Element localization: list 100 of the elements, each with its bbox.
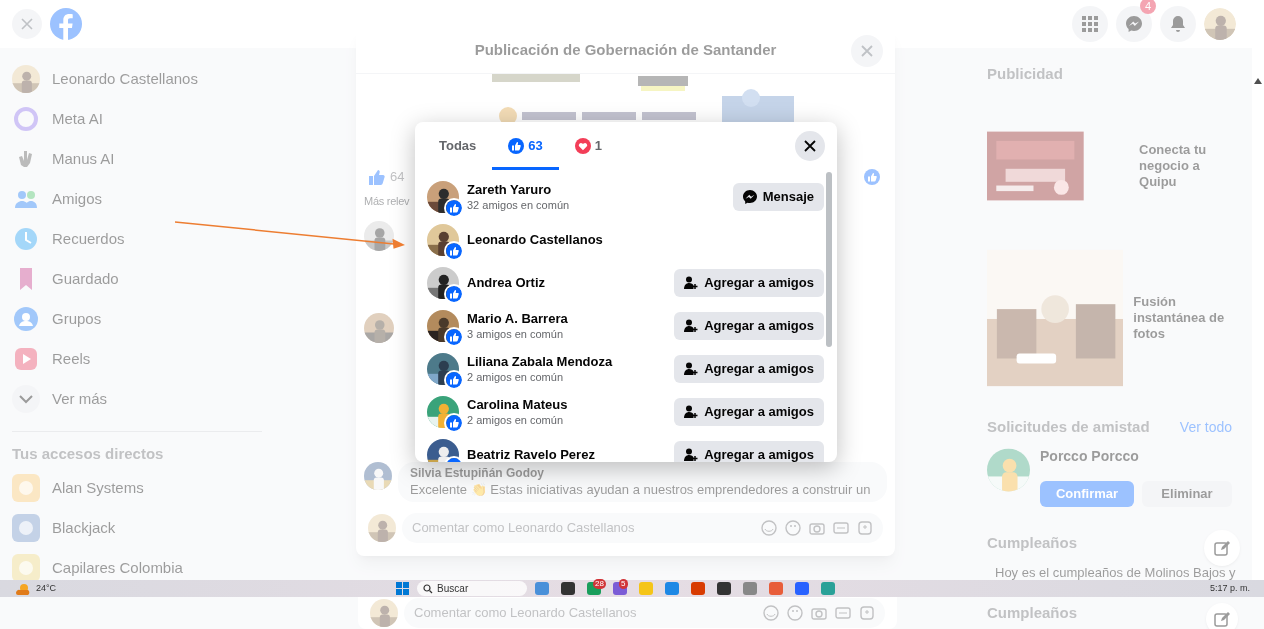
add-friend-button[interactable]: Agregar a amigos [674, 397, 824, 426]
sidebar-item[interactable]: Recuerdos [52, 229, 125, 249]
sidebar-item[interactable]: Leonardo Castellanos [52, 69, 198, 89]
sidebar-item[interactable]: Blackjack [52, 518, 116, 538]
person-plus-icon [684, 361, 699, 376]
logo-icon[interactable] [50, 8, 82, 40]
weather-text[interactable]: 24°C [36, 581, 57, 596]
sidebar-item[interactable]: Alan Systems [52, 478, 144, 498]
windows-icon[interactable] [396, 582, 410, 595]
chevron-down-icon [19, 394, 33, 404]
close-icon [860, 44, 874, 58]
notifications-button[interactable] [1160, 6, 1196, 42]
person-name[interactable]: Beatriz Ravelo Perez [467, 446, 675, 462]
sidebar-item[interactable]: Meta AI [52, 109, 103, 129]
like-badge-icon [446, 328, 462, 345]
section-heading: Tus accesos directos [12, 444, 165, 464]
shortcut-icon [12, 474, 40, 502]
sidebar-item[interactable]: Amigos [52, 189, 103, 209]
gif-icon[interactable] [835, 605, 851, 621]
new-message-button[interactable] [1204, 530, 1240, 566]
app-icon[interactable] [717, 582, 732, 595]
close-icon [20, 17, 34, 31]
mutual-friends[interactable]: 2 amigos en común [467, 369, 675, 384]
sidebar-item[interactable]: Ver más [52, 389, 108, 409]
avatar-icon[interactable] [761, 520, 777, 536]
person-plus-icon [684, 275, 699, 290]
person-name[interactable]: Carolina Mateus [467, 396, 675, 413]
sidebar-item[interactable]: Guardado [52, 269, 119, 289]
sidebar-item[interactable]: Manus AI [52, 149, 115, 169]
placeholder-text: Comentar como Leonardo Castellanos [412, 519, 636, 538]
add-friend-button[interactable]: Agregar a amigos [674, 311, 824, 340]
bell-icon [1170, 15, 1186, 33]
search-icon [423, 583, 434, 594]
like-badge-icon [446, 199, 462, 216]
app-icon[interactable] [561, 582, 576, 595]
person-name[interactable]: Leonardo Castellanos [467, 231, 824, 248]
delete-button[interactable]: Eliminar [1142, 481, 1232, 507]
reaction-tab[interactable]: Todas [423, 125, 493, 170]
close-button[interactable] [795, 131, 825, 161]
shortcut-icon [12, 514, 40, 542]
like-icon [864, 169, 880, 185]
camera-icon[interactable] [809, 520, 825, 536]
add-friend-button[interactable]: Agregar a amigos [674, 354, 824, 383]
like-badge-icon [446, 285, 462, 302]
emoji-icon[interactable] [785, 520, 801, 536]
gif-icon[interactable] [833, 520, 849, 536]
clock-icon [12, 225, 40, 253]
like-badge-icon [446, 414, 462, 431]
notification-badge: 5 [619, 579, 628, 589]
scrollbar[interactable] [826, 172, 832, 347]
camera-icon[interactable] [811, 605, 827, 621]
messenger-icon [1125, 15, 1143, 33]
mutual-friends[interactable]: 3 amigos en común [467, 326, 675, 341]
like-icon [508, 138, 525, 154]
sticker-icon[interactable] [857, 520, 873, 536]
grid-icon [1082, 16, 1098, 32]
person-plus-icon [684, 404, 699, 419]
play-icon [12, 345, 40, 373]
person-name[interactable]: Mario A. Barrera [467, 310, 675, 327]
avatar-icon[interactable] [763, 605, 779, 621]
menu-button[interactable] [1072, 6, 1108, 42]
close-icon [803, 139, 817, 153]
emoji-icon[interactable] [787, 605, 803, 621]
like-badge-icon [446, 371, 462, 388]
edit-icon [1214, 540, 1230, 556]
comment-author[interactable]: Silvia Estupiñán Godoy [410, 466, 875, 481]
edit-icon [1214, 611, 1230, 627]
ad-title[interactable]: Fusión instantánea de fotos [1133, 294, 1232, 342]
like-badge-icon [446, 242, 462, 259]
sidebar-item[interactable]: Capilares Colombia [52, 558, 183, 578]
clock-text[interactable]: 5:17 p. m. [1209, 581, 1250, 596]
birthday-text: Hoy es el cumpleaños de Molinos Bajos y [995, 565, 1236, 581]
sidebar-item[interactable]: Grupos [52, 309, 102, 329]
person-name[interactable]: Andrea Ortiz [467, 274, 675, 291]
placeholder-text: Buscar [437, 582, 469, 595]
message-button[interactable]: Mensaje [732, 182, 824, 211]
section-heading: Cumpleaños [987, 602, 1077, 623]
mutual-friends[interactable]: 32 amigos en común [467, 197, 733, 212]
person-name[interactable]: Liliana Zabala Mendoza [467, 353, 675, 370]
sidebar-item[interactable]: Reels [52, 349, 91, 369]
notification-badge: 28 [593, 579, 606, 589]
ring-icon [12, 105, 40, 133]
scroll-up-icon[interactable] [1254, 78, 1262, 84]
section-heading: Solicitudes de amistad [987, 417, 1150, 437]
weather-icon[interactable] [14, 582, 32, 595]
person-plus-icon [684, 447, 699, 462]
add-friend-button[interactable]: Agregar a amigos [674, 440, 824, 462]
sticker-icon[interactable] [859, 605, 875, 621]
new-message-button[interactable] [1206, 603, 1238, 629]
ad-title[interactable]: Conecta tu negocio a Quipu [1139, 142, 1232, 190]
reaction-tab[interactable]: 63 [492, 125, 559, 170]
person-name[interactable]: Zareth Yaruro [467, 181, 733, 198]
mutual-friends[interactable]: 2 amigos en común [467, 412, 675, 427]
notification-badge: 4 [1139, 0, 1156, 14]
search-field[interactable]: Buscar [417, 581, 528, 596]
person-name[interactable]: Porcco Porcco [1040, 447, 1232, 465]
section-heading: Cumpleaños [987, 533, 1077, 553]
reaction-tab[interactable]: 1 [558, 125, 619, 170]
messenger-icon [742, 189, 757, 204]
add-friend-button[interactable]: Agregar a amigos [674, 268, 824, 297]
